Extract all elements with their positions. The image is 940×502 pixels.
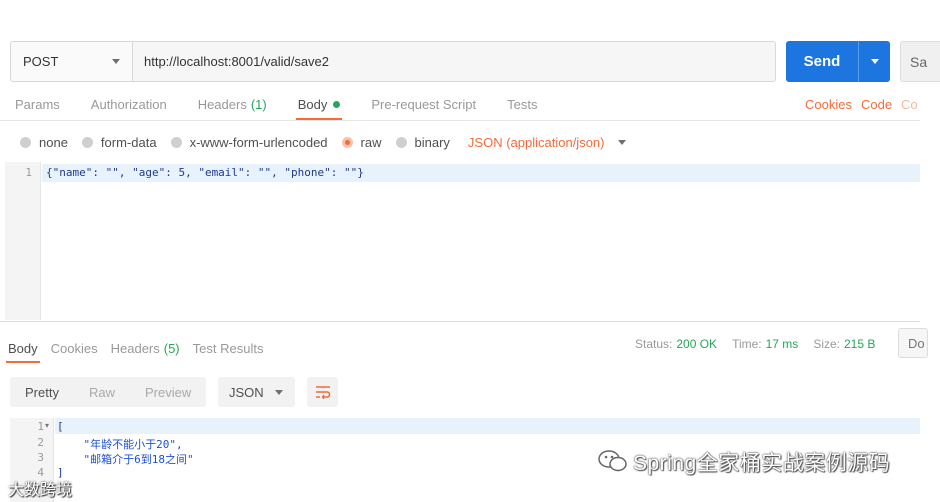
editor-gutter: [5, 162, 41, 320]
tab-label: Cookies: [50, 340, 98, 356]
radio-icon: [170, 136, 182, 148]
line-number: 2: [37, 436, 44, 449]
size-value[interactable]: 215 B: [844, 337, 875, 351]
wechat-icon: [598, 450, 627, 472]
status-label: Status:: [635, 337, 673, 351]
headers-count: (5): [163, 340, 180, 356]
tab-response-cookies[interactable]: Cookies: [51, 333, 98, 363]
body-type-form-data[interactable]: form-data: [81, 134, 157, 150]
request-right-links: Cookies Code Co: [805, 88, 927, 120]
comments-link[interactable]: Co: [901, 97, 918, 112]
chevron-down-icon: [870, 59, 879, 64]
time-label: Time:: [732, 337, 762, 351]
tab-label: Authorization: [90, 96, 167, 112]
tab-label: Params: [15, 96, 60, 112]
response-tabs: Body Cookies Headers (5) Test Results: [6, 333, 276, 363]
response-type-select[interactable]: JSON: [218, 377, 295, 407]
response-format-group: Pretty Raw Preview: [10, 377, 207, 407]
tab-authorization[interactable]: Authorization: [91, 88, 167, 120]
radio-selected-icon: [341, 136, 353, 148]
request-body-editor[interactable]: 1 {"name": "", "age": 5, "email": "", "p…: [5, 162, 920, 320]
body-type-binary[interactable]: binary: [395, 134, 450, 150]
code-link[interactable]: Code: [861, 97, 892, 112]
url-input[interactable]: http://localhost:8001/valid/save2: [132, 41, 776, 82]
radio-label: x-www-form-urlencoded: [189, 134, 328, 150]
headers-count: (1): [250, 96, 267, 112]
line-number: 1: [25, 166, 32, 179]
request-bar: POST http://localhost:8001/valid/save2: [10, 41, 776, 82]
radio-label: none: [39, 134, 68, 150]
body-type-none[interactable]: none: [20, 135, 68, 150]
active-line-highlight: [55, 418, 920, 434]
body-type-urlencoded[interactable]: x-www-form-urlencoded: [170, 134, 328, 150]
tab-label: Body: [8, 340, 38, 356]
cookies-link[interactable]: Cookies: [805, 97, 852, 112]
chevron-down-icon: [112, 59, 120, 64]
line-number: 1: [37, 420, 44, 433]
size-label: Size:: [813, 337, 840, 351]
save-button[interactable]: Sa: [900, 41, 940, 82]
body-type-raw[interactable]: raw: [341, 134, 382, 150]
method-select[interactable]: POST: [10, 41, 132, 82]
send-label: Send: [803, 53, 841, 70]
tab-params[interactable]: Params: [15, 88, 60, 120]
line-number: 3: [37, 451, 44, 464]
method-label: POST: [23, 54, 59, 69]
tab-label: Pre-request Script: [371, 96, 477, 112]
wrap-lines-icon: [315, 386, 330, 399]
tab-label: Headers: [110, 340, 160, 356]
fold-toggle-icon[interactable]: ▾: [45, 421, 49, 430]
request-body-code: {"name": "", "age": 5, "email": "", "pho…: [46, 166, 364, 179]
tab-response-body[interactable]: Body: [6, 333, 40, 363]
response-status: Status: 200 OK Time: 17 ms Size: 215 B: [635, 337, 890, 351]
response-type-label: JSON: [229, 384, 264, 400]
tab-body[interactable]: Body: [295, 88, 342, 120]
chevron-down-icon: [275, 389, 283, 395]
body-type-options: none form-data x-www-form-urlencoded raw…: [20, 128, 627, 156]
send-button[interactable]: Send: [786, 41, 890, 82]
divider: [0, 321, 920, 322]
format-preview[interactable]: Preview: [130, 377, 206, 407]
radio-label: form-data: [100, 134, 157, 150]
tab-pre-request-script[interactable]: Pre-request Script: [371, 88, 476, 120]
request-tabs: Params Authorization Headers (1) Body Pre…: [15, 88, 568, 120]
tab-label: Body: [297, 96, 328, 112]
divider: [0, 120, 920, 121]
content-type-select[interactable]: JSON (application/json): [468, 135, 627, 150]
radio-icon: [20, 136, 31, 148]
radio-label: raw: [360, 134, 382, 150]
tab-label: Headers: [197, 96, 247, 112]
radio-icon: [395, 136, 407, 148]
body-indicator-dot-icon: [333, 100, 341, 108]
response-code-line: "年龄不能小于20",: [57, 438, 183, 451]
tab-tests[interactable]: Tests: [507, 88, 537, 120]
content-type-label: JSON (application/json): [467, 134, 605, 150]
response-code-line: [: [57, 420, 64, 433]
format-raw[interactable]: Raw: [74, 377, 130, 407]
brand-watermark: Spring全家桶实战案例源码: [633, 452, 891, 475]
tab-label: Tests: [507, 96, 538, 112]
tab-headers[interactable]: Headers (1): [198, 88, 267, 120]
response-code-line: "邮箱介于6到18之间": [57, 453, 194, 466]
tab-test-results[interactable]: Test Results: [193, 333, 264, 363]
format-pretty[interactable]: Pretty: [10, 377, 74, 407]
radio-icon: [81, 136, 93, 148]
send-options-button[interactable]: [859, 59, 890, 64]
site-watermark: 大数跨境: [8, 482, 73, 499]
download-button[interactable]: Do: [898, 328, 928, 358]
time-value[interactable]: 17 ms: [766, 337, 799, 351]
chevron-down-icon: [618, 139, 627, 145]
radio-label: binary: [414, 134, 450, 150]
tab-label: Test Results: [192, 340, 264, 356]
status-value[interactable]: 200 OK: [676, 337, 717, 351]
wrap-lines-button[interactable]: [307, 377, 338, 407]
tab-response-headers[interactable]: Headers (5): [111, 333, 180, 363]
